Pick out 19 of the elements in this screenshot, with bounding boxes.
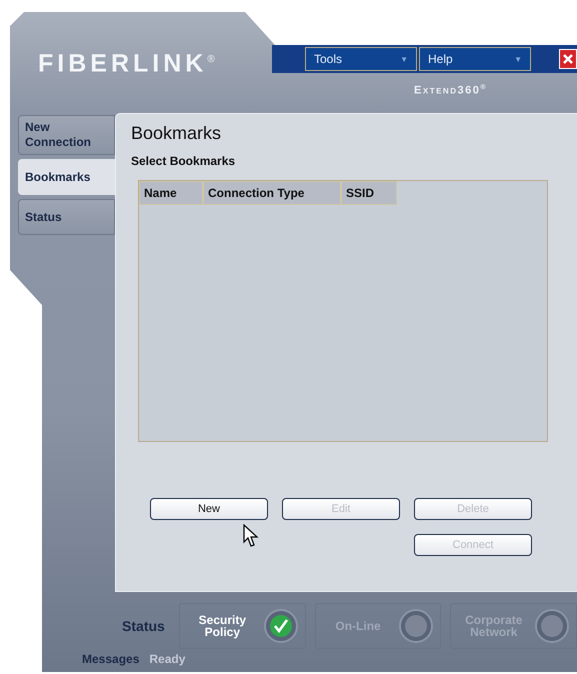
menu-dropdown[interactable]: Help ▼ bbox=[419, 47, 531, 71]
cursor-icon bbox=[243, 524, 259, 548]
side-tab[interactable]: New Connection bbox=[18, 115, 115, 155]
status-label: Status bbox=[121, 618, 165, 634]
logo: FIBERLINK$^{®}$ bbox=[37, 48, 216, 76]
column-header[interactable]: Connection Type bbox=[203, 181, 341, 205]
column-header[interactable]: Name bbox=[139, 181, 203, 205]
panel-title: Bookmarks bbox=[131, 122, 222, 144]
panel-subtitle: Select Bookmarks bbox=[131, 154, 236, 168]
status-text: Security Policy bbox=[198, 614, 248, 638]
action-button[interactable]: New bbox=[150, 498, 268, 520]
close-button[interactable] bbox=[559, 49, 577, 69]
close-icon bbox=[561, 52, 575, 66]
product-name: Extend360$^{®}$ bbox=[414, 84, 487, 97]
menu-dropdown[interactable]: Tools ▼ bbox=[305, 47, 417, 71]
column-header[interactable]: SSID bbox=[341, 181, 397, 205]
message-text: Ready bbox=[149, 652, 186, 666]
side-tab[interactable]: Status bbox=[18, 199, 115, 235]
messages-label: Messages bbox=[82, 652, 140, 666]
